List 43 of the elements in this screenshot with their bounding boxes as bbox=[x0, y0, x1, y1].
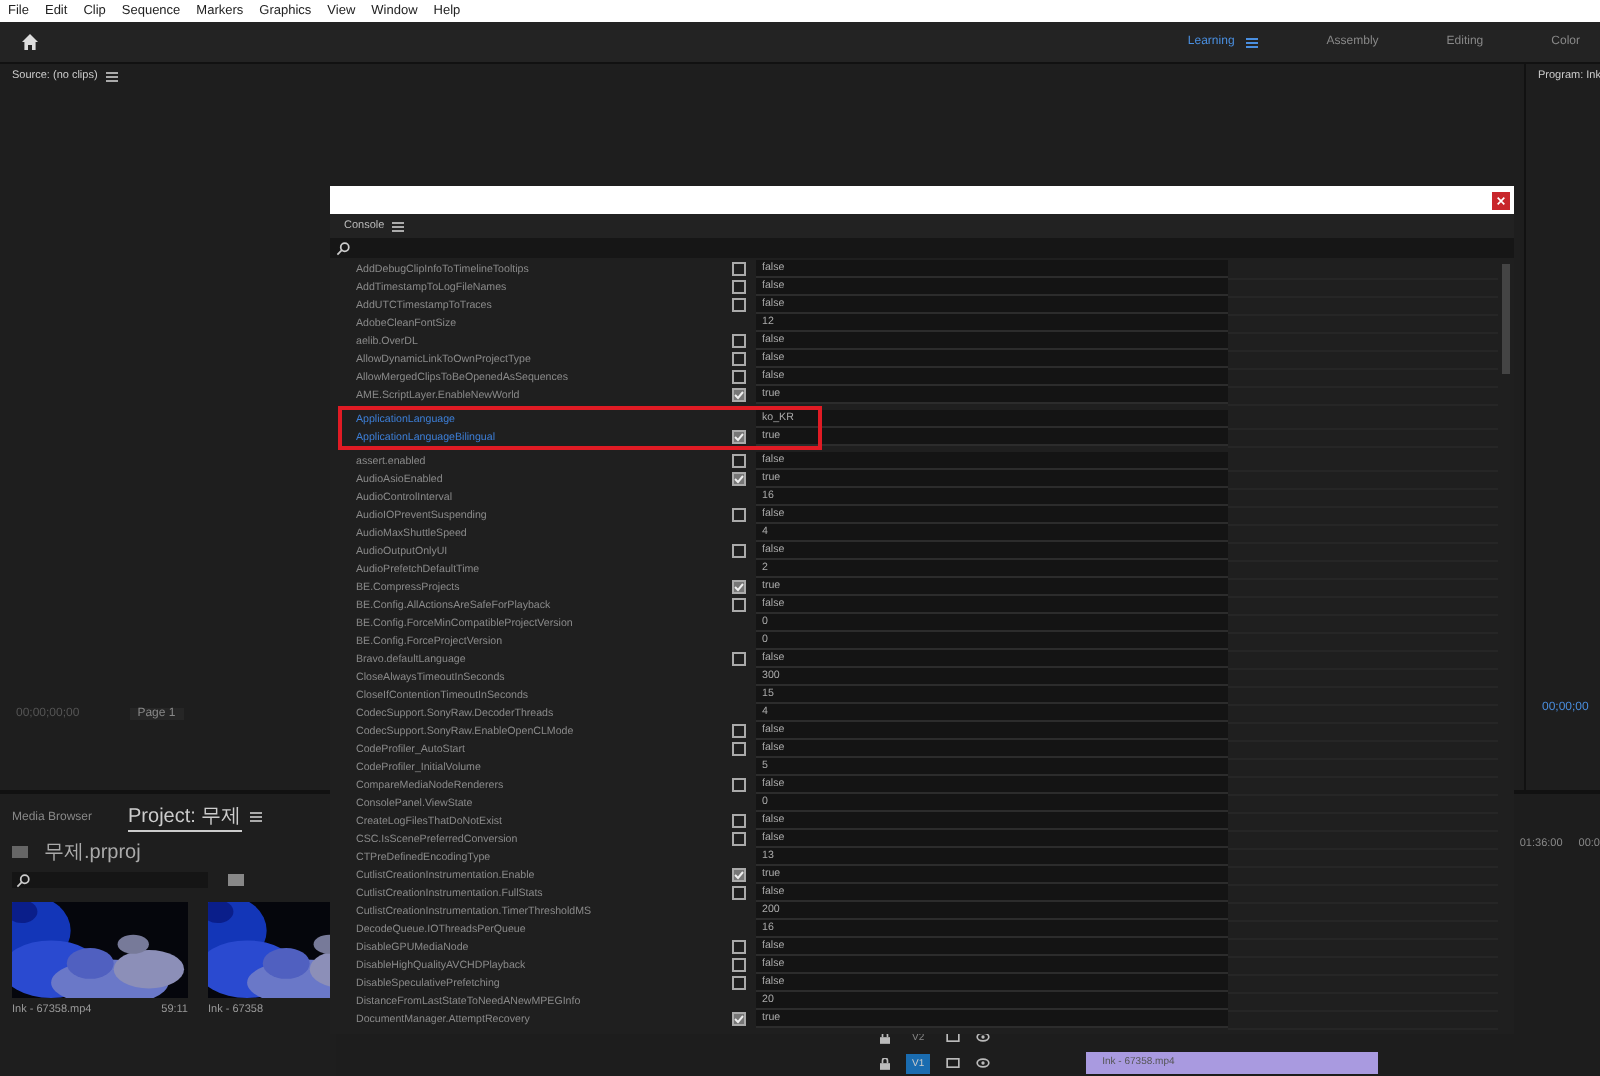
close-button[interactable] bbox=[1492, 191, 1510, 209]
checkbox[interactable] bbox=[732, 262, 746, 276]
checkbox[interactable] bbox=[732, 352, 746, 366]
checkbox[interactable] bbox=[732, 1012, 746, 1026]
close-icon bbox=[1496, 195, 1506, 205]
folder-icon bbox=[12, 846, 28, 858]
home-icon[interactable] bbox=[20, 32, 40, 52]
checkbox[interactable] bbox=[732, 724, 746, 738]
menu-icon[interactable] bbox=[249, 812, 262, 822]
checkbox[interactable] bbox=[732, 958, 746, 972]
scrollbar-thumb[interactable] bbox=[1502, 264, 1510, 374]
checkbox[interactable] bbox=[732, 940, 746, 954]
checkbox[interactable] bbox=[732, 544, 746, 558]
checkbox[interactable] bbox=[732, 508, 746, 522]
checkbox[interactable] bbox=[732, 388, 746, 402]
checkbox[interactable] bbox=[732, 280, 746, 294]
checkbox[interactable] bbox=[732, 742, 746, 756]
eye-icon[interactable] bbox=[976, 1032, 991, 1042]
menu-icon[interactable] bbox=[1246, 37, 1259, 47]
panel-tab[interactable]: Project: 무제 bbox=[128, 802, 242, 832]
checkbox[interactable] bbox=[732, 832, 746, 846]
checkbox[interactable] bbox=[732, 454, 746, 468]
search-icon bbox=[16, 873, 30, 887]
menu-icon[interactable] bbox=[105, 71, 118, 81]
menu-icon[interactable] bbox=[392, 221, 405, 231]
checkbox[interactable] bbox=[732, 868, 746, 882]
checkbox[interactable] bbox=[732, 472, 746, 486]
checkbox[interactable] bbox=[732, 976, 746, 990]
checkbox[interactable] bbox=[732, 652, 746, 666]
checkbox[interactable] bbox=[732, 430, 746, 444]
checkbox[interactable] bbox=[732, 334, 746, 348]
eye-icon[interactable] bbox=[976, 1058, 991, 1068]
search-field[interactable] bbox=[12, 872, 208, 888]
checkbox[interactable] bbox=[732, 778, 746, 792]
project-file-name: 무제.prproj bbox=[44, 840, 141, 866]
checkbox[interactable] bbox=[732, 370, 746, 384]
checkbox[interactable] bbox=[732, 814, 746, 828]
checkbox[interactable] bbox=[732, 580, 746, 594]
checkbox[interactable] bbox=[732, 598, 746, 612]
checkbox[interactable] bbox=[732, 298, 746, 312]
search-field[interactable] bbox=[330, 238, 1514, 258]
search-icon bbox=[336, 241, 350, 255]
checkbox[interactable] bbox=[732, 886, 746, 900]
